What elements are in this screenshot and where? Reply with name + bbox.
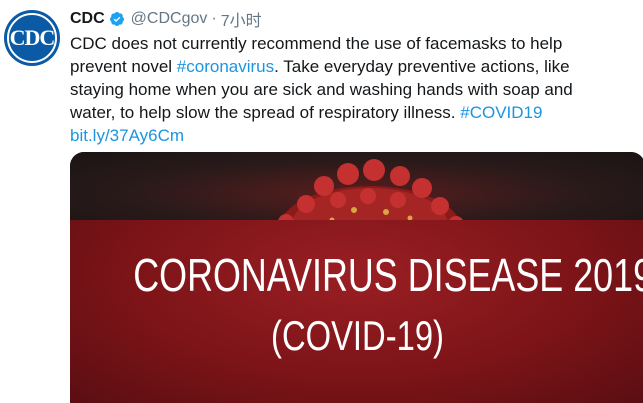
author-name[interactable]: CDC	[70, 10, 105, 28]
tweet-card[interactable]: CDC CDC @CDCgov · 7小时 CDC does not curre…	[0, 0, 643, 403]
tweet-text-line: water, to help slow the spread of respir…	[70, 101, 635, 124]
tweet-text-line: staying home when you are sick and washi…	[70, 80, 573, 99]
tweet-text-fragment: prevent novel	[70, 57, 177, 76]
tweet-text-fragment: . Take everyday preventive actions, like	[274, 57, 570, 76]
hashtag-coronavirus-link[interactable]: #coronavirus	[177, 57, 274, 76]
cdc-logo-ring: CDC	[7, 13, 57, 63]
separator-dot: ·	[211, 10, 217, 27]
verified-badge-icon	[109, 12, 124, 26]
tweet-text-fragment: water, to help slow the spread of respir…	[70, 103, 461, 122]
cdc-logo-text: CDC	[9, 25, 56, 50]
tweet-text-line: CDC does not currently recommend the use…	[70, 34, 563, 53]
tweet-header: CDC @CDCgov · 7小时	[70, 8, 262, 30]
short-url-link[interactable]: bit.ly/37Ay6Cm	[70, 124, 635, 147]
tweet-media-image[interactable]: CORONAVIRUS DISEASE 2019 (COVID-19)	[70, 152, 643, 403]
media-headline: CORONAVIRUS DISEASE 2019	[133, 249, 643, 301]
tweet-text: CDC does not currently recommend the use…	[70, 32, 635, 147]
author-handle[interactable]: @CDCgov	[131, 10, 208, 28]
hashtag-covid19-link[interactable]: #COVID19	[460, 103, 542, 122]
timestamp[interactable]: 7小时	[221, 7, 262, 31]
media-subline: (COVID-19)	[271, 312, 444, 359]
tweet-text-line: prevent novel #coronavirus. Take everyda…	[70, 55, 635, 78]
avatar[interactable]: CDC	[4, 10, 60, 66]
